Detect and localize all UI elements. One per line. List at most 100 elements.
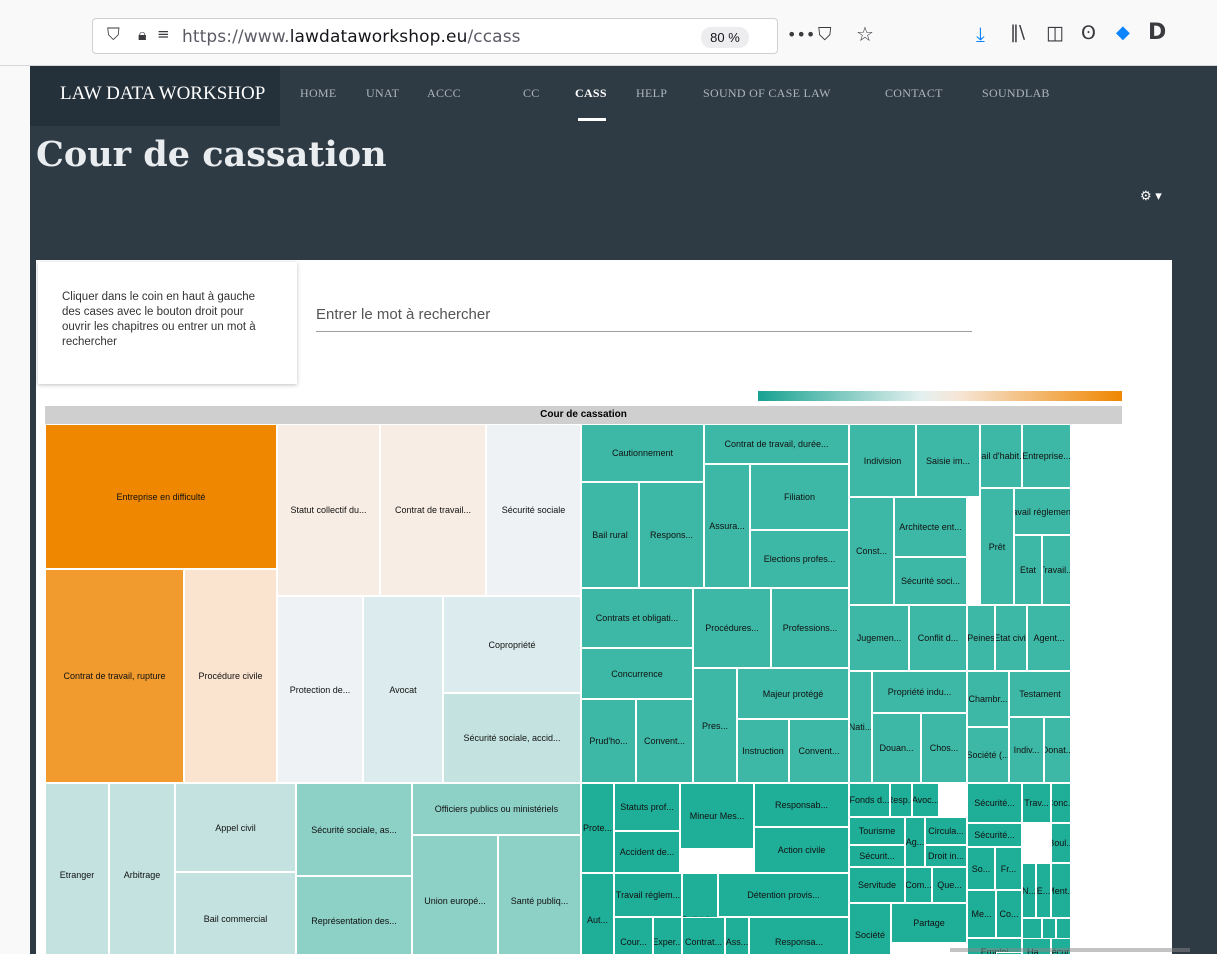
treemap-cell[interactable]: Bail commercial [175,872,296,954]
treemap-cell[interactable]: Travail réglement... [1014,488,1071,535]
treemap-cell[interactable]: Contrat de travail... [380,424,486,596]
library-icon[interactable]: ‖\ [1010,22,1025,43]
brand-logo[interactable]: LAW DATA WORKSHOP [30,66,280,126]
treemap-cell[interactable]: Sécurité... [967,783,1022,823]
treemap-cell[interactable]: Trav... [1022,783,1051,823]
nav-sound-of-case-law[interactable]: SOUND OF CASE LAW [703,86,831,101]
treemap-cell[interactable]: Saisie im... [916,424,980,497]
treemap-cell[interactable]: Etat civil [995,605,1027,671]
treemap-root-header[interactable]: Cour de cassation [45,406,1122,424]
treemap-cell[interactable]: Contrat de travail, rupture [45,569,184,783]
treemap-cell[interactable]: Accident de... [614,831,680,873]
treemap-cell[interactable]: Nati... [849,671,872,783]
treemap-cell[interactable]: Procédures... [693,588,771,668]
treemap-cell[interactable]: Avoc... [912,783,939,817]
search-input[interactable] [316,298,972,332]
treemap-cell[interactable]: Chos... [921,713,967,783]
pocket-icon[interactable]: ⛉ [818,24,832,45]
nav-home[interactable]: HOME [300,86,337,101]
bookmark-star-icon[interactable]: ☆ [856,22,874,46]
treemap-cell[interactable]: Conflit d... [909,605,967,671]
treemap-cell[interactable]: Contrat... [682,917,725,954]
treemap-cell[interactable]: Pres... [693,668,737,783]
treemap-cell[interactable]: Statut collectif du... [277,424,380,596]
treemap-cell[interactable]: Donat... [1044,717,1071,783]
zoom-level[interactable]: 80 % [701,27,749,48]
treemap-cell[interactable]: Prote... [581,783,614,873]
treemap-cell[interactable]: Responsa... [749,917,849,954]
treemap-cell[interactable]: Peines [967,605,995,671]
treemap-cell[interactable]: Conc... [1051,783,1071,823]
treemap-cell[interactable]: Société [849,903,891,954]
treemap-cell[interactable]: Entreprise... [1022,424,1071,488]
treemap-cell[interactable]: Cautionnement [581,424,704,482]
treemap-cell[interactable]: Me... [967,890,996,938]
treemap-cell[interactable]: Indiv... [1009,717,1044,783]
treemap-cell[interactable]: Droit in... [925,845,967,867]
more-actions-icon[interactable]: ••• [787,25,815,44]
treemap-cell[interactable]: Contrats et obligati... [581,588,693,648]
treemap-cell[interactable]: Agent... [1027,605,1071,671]
treemap-cell[interactable]: Indivision [849,424,916,497]
treemap-cell[interactable]: Douan... [872,713,921,783]
treemap-cell[interactable]: Responsab... [754,783,849,827]
treemap-cell[interactable]: Testament [1009,671,1071,717]
nav-cass[interactable]: CASS [575,86,607,101]
treemap-cell[interactable]: Instruction [737,719,789,783]
nav-contact[interactable]: CONTACT [885,86,943,101]
nav-help[interactable]: HELP [636,86,667,101]
treemap-cell[interactable]: Elections profes... [750,530,849,588]
treemap-cell[interactable]: Propriété indu... [872,671,967,713]
extension-d-icon[interactable]: D [1148,20,1166,45]
treemap-cell[interactable]: Servitude [849,867,905,903]
treemap-cell[interactable]: Que... [932,867,967,903]
nav-soundlab[interactable]: SOUNDLAB [982,86,1050,101]
treemap-cell[interactable]: Jugemen... [849,605,909,671]
treemap-cell[interactable]: E... [1036,863,1051,918]
treemap-cell[interactable]: Entreprise en difficulté [45,424,277,569]
treemap-cell[interactable]: Etat [1014,535,1042,605]
treemap-cell[interactable]: Circula... [925,817,967,845]
treemap-cell[interactable]: Professions... [771,588,849,668]
treemap-cell[interactable]: Convent... [636,699,693,783]
treemap-cell[interactable]: Boul... [1051,823,1071,863]
treemap-cell[interactable]: Ag... [905,817,925,867]
treemap-cell[interactable]: Aut... [581,873,614,954]
treemap-cell[interactable]: Resp... [890,783,912,817]
treemap-cell[interactable]: Co... [996,890,1022,938]
download-icon[interactable]: ⤓ [976,22,985,46]
treemap-cell[interactable]: Sécurité soci... [894,557,967,605]
treemap-cell[interactable]: Etranger [45,783,109,954]
treemap-cell[interactable]: Concurrence [581,648,693,699]
treemap-cell[interactable]: Architecte ent... [894,497,967,557]
treemap-cell[interactable]: So... [967,847,995,890]
permissions-icon[interactable]: ≡ [157,25,170,43]
treemap-cell[interactable]: Com... [905,867,932,903]
treemap-cell[interactable]: Action civile [754,827,849,873]
treemap-cell[interactable]: Avocat [363,596,443,783]
treemap-cell[interactable]: Arbitrage [109,783,175,954]
treemap-cell[interactable]: Const... [849,497,894,605]
treemap-cell[interactable]: Travail... [1042,535,1071,605]
treemap-cell[interactable]: Fr... [995,847,1022,890]
treemap-cell[interactable]: Filiation [750,464,849,530]
horizontal-scrollbar[interactable] [950,948,1190,952]
treemap-cell[interactable]: Cour... [614,917,653,954]
treemap-cell[interactable]: Partage [891,903,967,943]
treemap-cell[interactable]: Statuts prof... [614,783,680,831]
shield-icon[interactable]: ⛉ [107,25,120,45]
treemap-cell[interactable]: Prêt [980,488,1014,605]
treemap-cell[interactable]: Société (... [967,727,1009,783]
treemap-cell[interactable]: Bail d'habit... [980,424,1022,488]
url-text[interactable]: https://www.lawdataworkshop.eu/ccass [182,27,521,47]
treemap-cell[interactable]: Respons... [639,482,704,588]
treemap-cell[interactable]: Majeur protégé [737,668,849,719]
url-bar[interactable]: ⛉ 🔒︎ ≡ https://www.lawdataworkshop.eu/cc… [92,18,815,54]
treemap-cell[interactable]: Sécurité sociale, accid... [443,693,581,783]
treemap-cell[interactable]: Tourisme [849,817,905,845]
lock-icon[interactable]: 🔒︎ [138,25,147,45]
treemap-cell[interactable]: Contrat de travail, durée... [704,424,849,464]
treemap-cell[interactable]: Copropriété [443,596,581,693]
treemap-cell[interactable]: Protection de... [277,596,363,783]
treemap-cell[interactable]: Sécurit... [849,845,905,867]
